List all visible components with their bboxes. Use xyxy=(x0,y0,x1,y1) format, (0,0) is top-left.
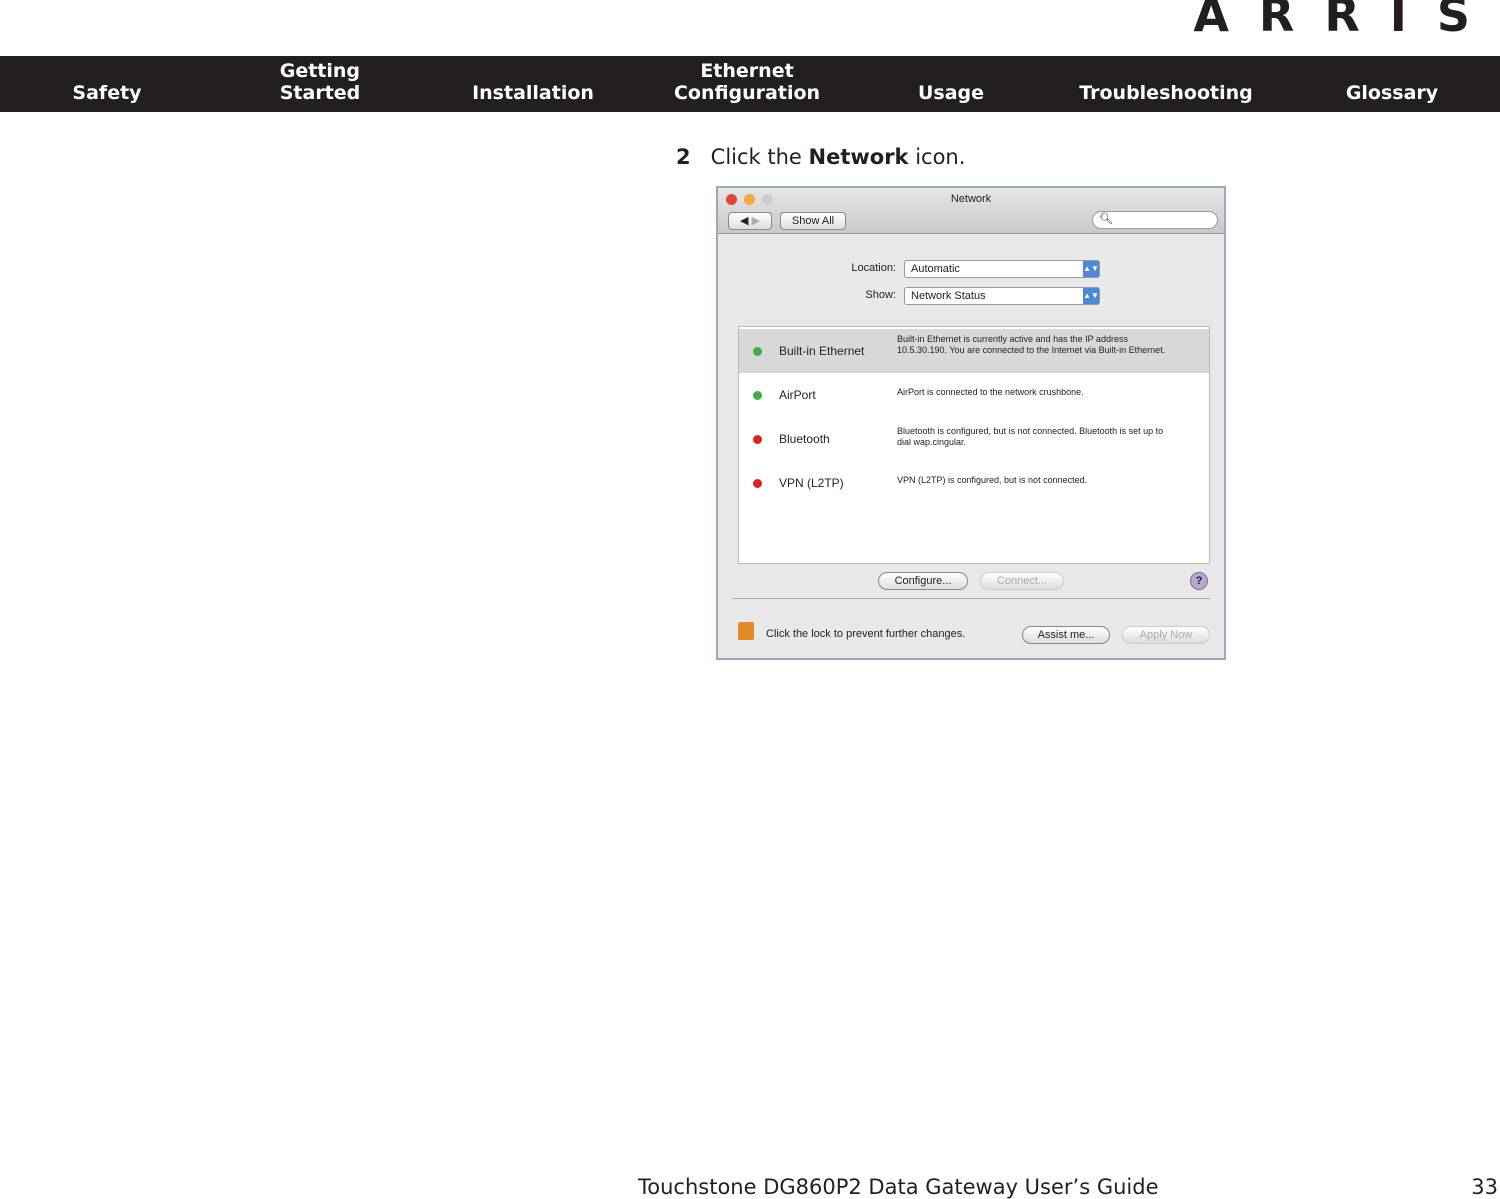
location-value: Automatic xyxy=(911,263,960,275)
forward-icon[interactable]: ▶ xyxy=(752,215,760,227)
window-title: Network xyxy=(950,193,992,205)
network-window: Network ◀ ▶ Show All 🔍︎ Location: Automa… xyxy=(716,186,1226,660)
search-icon: 🔍︎ xyxy=(1099,213,1113,225)
step-bold: Network xyxy=(808,145,909,169)
service-row[interactable]: Built-in Ethernet Built-in Ethernet is c… xyxy=(739,329,1209,373)
service-desc: VPN (L2TP) is configured, but is not con… xyxy=(897,475,1088,485)
back-icon[interactable]: ◀ xyxy=(740,215,748,227)
step-text-end: icon. xyxy=(908,145,966,169)
connect-button[interactable]: Connect... xyxy=(980,572,1064,590)
service-desc: Built-in Ethernet is currently active an… xyxy=(897,334,1166,355)
service-name: AirPort xyxy=(779,388,816,402)
service-name: Built-in Ethernet xyxy=(779,344,865,358)
service-row[interactable]: VPN (L2TP) VPN (L2TP) is configured, but… xyxy=(739,461,1209,505)
arris-logo: ARRIS xyxy=(1193,0,1500,42)
search-input[interactable]: 🔍︎ xyxy=(1092,211,1218,229)
lock-text: Click the lock to prevent further change… xyxy=(766,628,966,640)
nav-usage[interactable]: Usage xyxy=(918,82,984,104)
service-list: Built-in Ethernet Built-in Ethernet is c… xyxy=(738,326,1210,564)
nav-installation[interactable]: Installation xyxy=(472,82,594,104)
step-number: 2 xyxy=(676,145,691,169)
service-row[interactable]: AirPort AirPort is connected to the netw… xyxy=(739,373,1209,417)
back-forward-button[interactable]: ◀ ▶ xyxy=(728,212,772,230)
step-text: Click the xyxy=(710,145,809,169)
service-desc: Bluetooth is configured, but is not conn… xyxy=(897,426,1164,447)
show-value: Network Status xyxy=(911,290,986,302)
nav-glossary[interactable]: Glossary xyxy=(1346,82,1438,104)
updown-icon: ▲▼ xyxy=(1083,261,1099,277)
top-nav: Safety Getting Started Installation Ethe… xyxy=(0,56,1500,112)
footer-title: Touchstone DG860P2 Data Gateway User’s G… xyxy=(638,1175,1159,1199)
apply-now-button[interactable]: Apply Now xyxy=(1122,626,1210,644)
service-desc: AirPort is connected to the network crus… xyxy=(897,387,1084,397)
nav-ethernet-configuration[interactable]: Ethernet Configuration xyxy=(674,60,820,104)
location-label: Location: xyxy=(851,262,896,274)
status-green-icon xyxy=(753,391,762,400)
status-red-icon xyxy=(753,479,762,488)
step-instruction: 2 Click the Network icon. xyxy=(676,145,965,169)
show-all-button[interactable]: Show All xyxy=(780,212,846,230)
assist-me-button[interactable]: Assist me... xyxy=(1022,626,1110,644)
location-select[interactable]: Automatic ▲▼ xyxy=(904,260,1100,278)
status-red-icon xyxy=(753,435,762,444)
updown-icon: ▲▼ xyxy=(1083,288,1099,304)
service-name: Bluetooth xyxy=(779,432,830,446)
nav-safety[interactable]: Safety xyxy=(72,82,141,104)
page-number: 33 xyxy=(1471,1175,1498,1199)
service-name: VPN (L2TP) xyxy=(779,476,844,490)
status-green-icon xyxy=(753,347,762,356)
lock-icon[interactable] xyxy=(738,622,754,640)
service-row[interactable]: Bluetooth Bluetooth is configured, but i… xyxy=(739,417,1209,461)
show-label: Show: xyxy=(865,289,896,301)
show-select[interactable]: Network Status ▲▼ xyxy=(904,287,1100,305)
configure-button[interactable]: Configure... xyxy=(878,572,968,590)
toolbar: Network ◀ ▶ Show All 🔍︎ xyxy=(718,188,1224,234)
help-icon[interactable]: ? xyxy=(1190,572,1208,590)
divider xyxy=(732,598,1210,599)
nav-getting-started[interactable]: Getting Started xyxy=(280,60,361,104)
nav-troubleshooting[interactable]: Troubleshooting xyxy=(1079,82,1253,104)
